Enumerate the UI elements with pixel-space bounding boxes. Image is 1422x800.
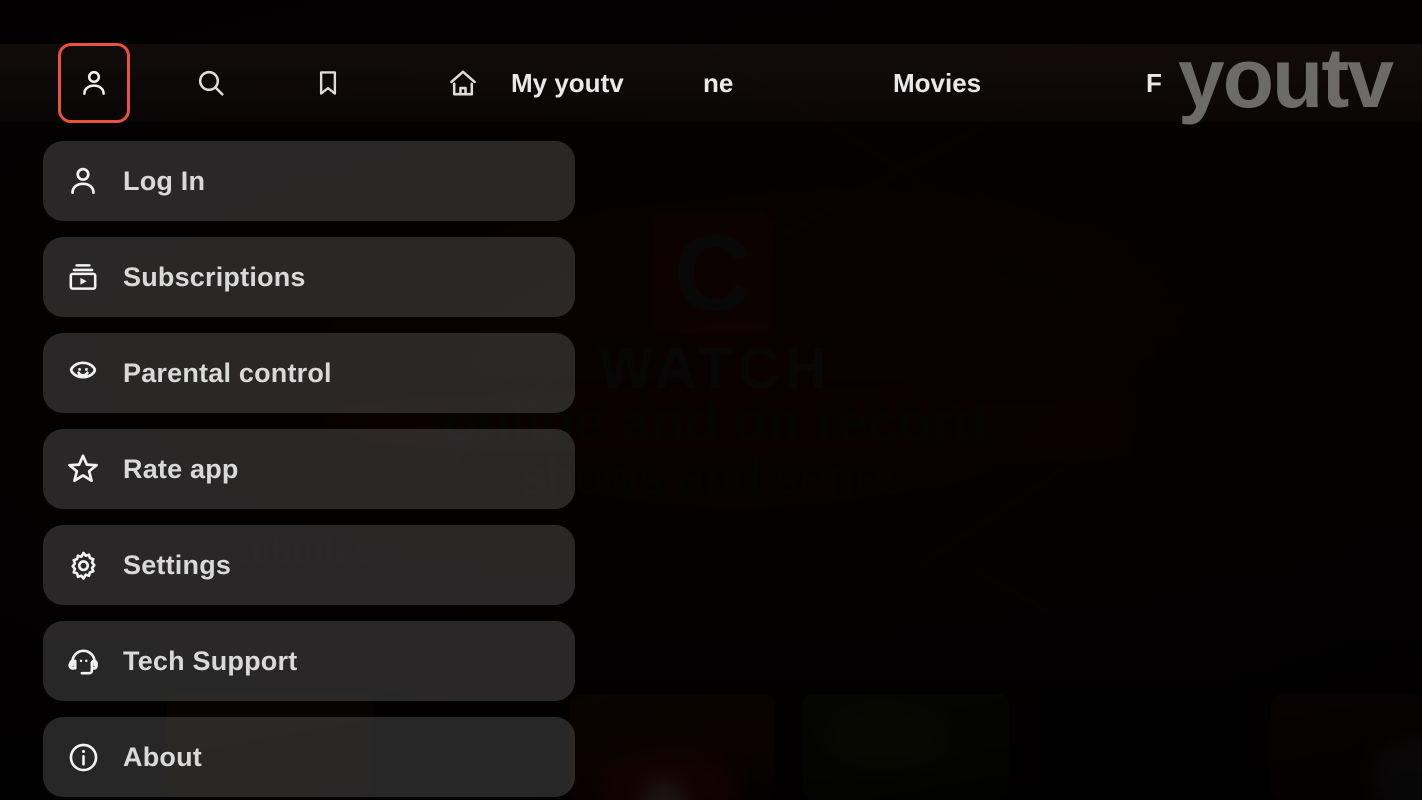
menu-item-label: About: [123, 741, 202, 772]
search-icon: [195, 67, 227, 99]
menu-item-label: Rate app: [123, 453, 239, 484]
menu-item-rate-app[interactable]: Rate app: [43, 429, 575, 509]
menu-item-label: Subscriptions: [123, 261, 306, 292]
subscriptions-icon: [43, 260, 123, 294]
menu-item-label: Log In: [123, 165, 206, 196]
light-streak: [899, 525, 1161, 678]
gear-icon: [43, 548, 123, 583]
nav-tab-for-kids[interactable]: F: [1146, 44, 1176, 122]
menu-item-about[interactable]: About: [43, 717, 575, 797]
banner-channel-logo: C: [653, 213, 773, 333]
thumbnail-card[interactable]: [1271, 694, 1422, 800]
thumbnail-card[interactable]: [803, 694, 1009, 800]
bookmark-icon: [313, 67, 343, 99]
nav-search-button[interactable]: [175, 44, 247, 122]
menu-item-subscriptions[interactable]: Subscriptions: [43, 237, 575, 317]
menu-item-parental-control[interactable]: Parental control: [43, 333, 575, 413]
star-icon: [43, 451, 123, 487]
nav-tab-movies[interactable]: Movies: [893, 44, 981, 122]
thumbnail-card[interactable]: [569, 694, 775, 800]
menu-item-log-in[interactable]: Log In: [43, 141, 575, 221]
nav-home-button[interactable]: [427, 44, 499, 122]
info-icon: [43, 740, 123, 775]
profile-side-menu: Log In Subscriptions Parental control Ra…: [43, 141, 575, 800]
brand-logo: youtv: [1178, 31, 1394, 125]
headset-icon: [43, 644, 123, 679]
menu-item-label: Parental control: [123, 357, 332, 388]
child-face-icon: [43, 355, 123, 391]
person-icon: [43, 164, 123, 198]
menu-item-label: Tech Support: [123, 645, 298, 676]
focus-ring: [58, 43, 130, 123]
home-icon: [447, 67, 479, 99]
menu-item-label: Settings: [123, 549, 232, 580]
nav-tab-my-youtv[interactable]: My youtv: [511, 44, 624, 122]
nav-tab-online[interactable]: ne: [703, 44, 747, 122]
tv-app-screen: C WATCH online and on record shows and s…: [0, 0, 1422, 800]
thumbnail-card[interactable]: [1037, 694, 1243, 800]
menu-item-settings[interactable]: Settings: [43, 525, 575, 605]
menu-item-tech-support[interactable]: Tech Support: [43, 621, 575, 701]
nav-bookmark-button[interactable]: [292, 44, 364, 122]
